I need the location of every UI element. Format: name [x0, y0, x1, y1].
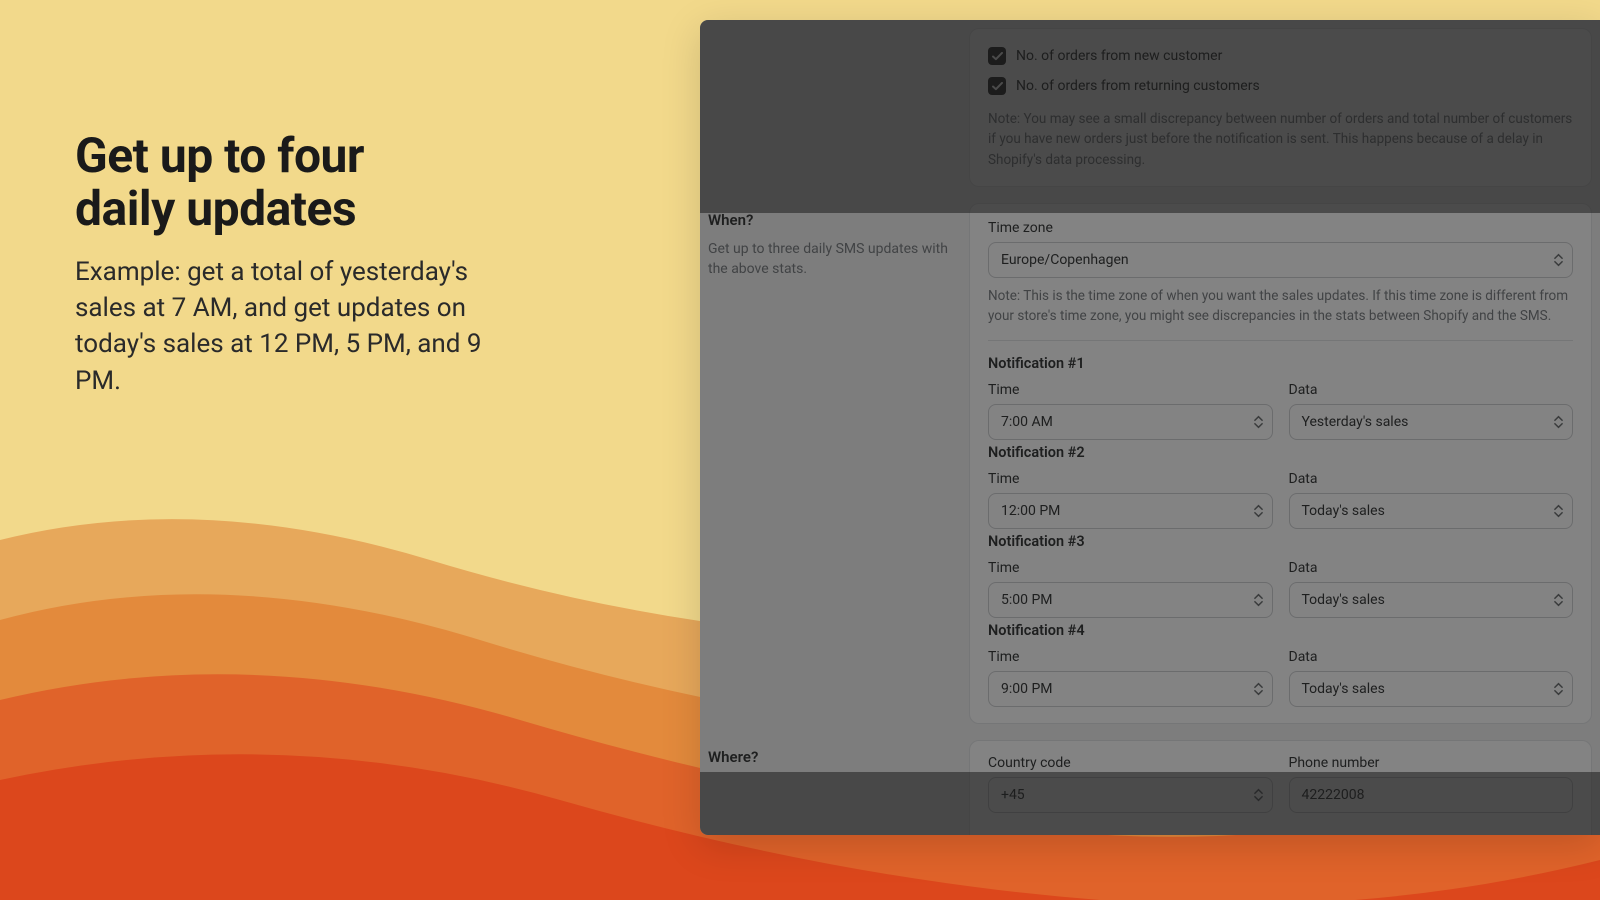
country-code-select[interactable]: +45 [988, 777, 1273, 813]
settings-panel: No. of orders from new customer No. of o… [700, 20, 1600, 835]
notification-title: Notification #4 [988, 622, 1573, 639]
time-label: Time [988, 649, 1273, 665]
notification-title: Notification #3 [988, 533, 1573, 550]
timezone-label: Time zone [988, 220, 1573, 236]
chevron-updown-icon [1554, 253, 1563, 266]
notification-block: Notification #3 Time 5:00 PM Data Today'… [988, 533, 1573, 618]
country-code-label: Country code [988, 755, 1273, 771]
chevron-updown-icon [1254, 505, 1263, 518]
chevron-updown-icon [1254, 416, 1263, 429]
chevron-updown-icon [1554, 683, 1563, 696]
notification-block: Notification #4 Time 9:00 PM Data Today'… [988, 622, 1573, 707]
data-value: Today's sales [1302, 503, 1385, 519]
time-select-4[interactable]: 9:00 PM [988, 671, 1273, 707]
data-label: Data [1289, 471, 1574, 487]
when-title: When? [708, 211, 949, 229]
chevron-updown-icon [1554, 594, 1563, 607]
time-value: 12:00 PM [1001, 503, 1060, 519]
data-select-1[interactable]: Yesterday's sales [1289, 404, 1574, 440]
country-code-value: +45 [1001, 787, 1025, 803]
marketing-body: Example: get a total of yesterday's sale… [75, 254, 485, 400]
divider [988, 340, 1573, 341]
phone-input[interactable]: 42222008 [1289, 777, 1574, 813]
data-label: Data [1289, 649, 1574, 665]
checkbox-row-new-customers: No. of orders from new customer [988, 41, 1573, 71]
where-section: Where? Country code +45 [700, 732, 1600, 835]
timezone-select[interactable]: Europe/Copenhagen [988, 242, 1573, 278]
notification-title: Notification #2 [988, 444, 1573, 461]
chevron-updown-icon [1254, 683, 1263, 696]
notification-block: Notification #2 Time 12:00 PM Data Today… [988, 444, 1573, 529]
chevron-updown-icon [1554, 416, 1563, 429]
time-label: Time [988, 382, 1273, 398]
time-select-1[interactable]: 7:00 AM [988, 404, 1273, 440]
checkbox-label: No. of orders from new customer [1016, 48, 1222, 64]
timezone-value: Europe/Copenhagen [1001, 252, 1129, 268]
time-select-3[interactable]: 5:00 PM [988, 582, 1273, 618]
where-title: Where? [708, 748, 949, 766]
time-label: Time [988, 560, 1273, 576]
data-label: Data [1289, 382, 1574, 398]
notification-block: Notification #1 Time 7:00 AM Data Yester… [988, 355, 1573, 440]
checkbox-row-returning-customers: No. of orders from returning customers [988, 71, 1573, 101]
phone-value: 42222008 [1302, 787, 1365, 803]
when-desc: Get up to three daily SMS updates with t… [708, 239, 949, 280]
time-value: 5:00 PM [1001, 592, 1053, 608]
marketing-text: Get up to four daily updates Example: ge… [75, 130, 485, 399]
what-section-bottom: No. of orders from new customer No. of o… [700, 20, 1600, 195]
data-label: Data [1289, 560, 1574, 576]
when-section: When? Get up to three daily SMS updates … [700, 195, 1600, 733]
checkbox-label: No. of orders from returning customers [1016, 78, 1260, 94]
discrepancy-note: Note: You may see a small discrepancy be… [988, 109, 1573, 170]
timezone-note: Note: This is the time zone of when you … [988, 286, 1573, 327]
data-value: Today's sales [1302, 592, 1385, 608]
checkbox-returning-customers[interactable] [988, 77, 1006, 95]
chevron-updown-icon [1554, 505, 1563, 518]
chevron-updown-icon [1254, 594, 1263, 607]
phone-label: Phone number [1289, 755, 1574, 771]
time-value: 7:00 AM [1001, 414, 1053, 430]
data-select-4[interactable]: Today's sales [1289, 671, 1574, 707]
checkbox-new-customers[interactable] [988, 47, 1006, 65]
time-select-2[interactable]: 12:00 PM [988, 493, 1273, 529]
data-select-3[interactable]: Today's sales [1289, 582, 1574, 618]
chevron-updown-icon [1254, 789, 1263, 802]
time-label: Time [988, 471, 1273, 487]
notification-title: Notification #1 [988, 355, 1573, 372]
data-select-2[interactable]: Today's sales [1289, 493, 1574, 529]
time-value: 9:00 PM [1001, 681, 1053, 697]
data-value: Today's sales [1302, 681, 1385, 697]
data-value: Yesterday's sales [1302, 414, 1409, 430]
marketing-heading: Get up to four daily updates [75, 130, 485, 236]
